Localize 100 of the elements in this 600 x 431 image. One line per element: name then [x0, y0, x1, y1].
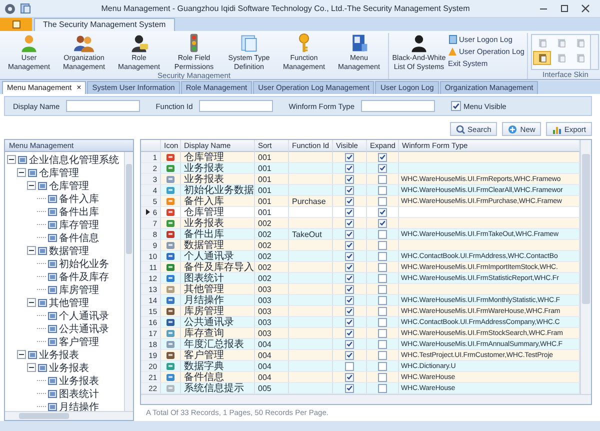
checkbox[interactable] [345, 208, 354, 216]
plus-icon [508, 124, 518, 134]
checkbox[interactable] [345, 306, 354, 316]
tree-item[interactable]: 备件信息 [59, 230, 99, 244]
node-icon [28, 168, 37, 178]
checkbox[interactable] [378, 218, 387, 228]
checkbox[interactable] [378, 174, 387, 184]
tree-item[interactable]: 业务报表 [49, 360, 89, 374]
node-icon [48, 232, 57, 242]
tree-item[interactable]: 库房管理 [59, 282, 99, 296]
search-icon [456, 124, 465, 134]
checkbox[interactable] [345, 384, 354, 392]
checkbox[interactable] [345, 252, 354, 260]
checkbox[interactable] [378, 196, 387, 206]
checkbox[interactable] [378, 340, 387, 348]
checkbox[interactable] [450, 101, 461, 111]
window-title: Menu Management - Guangzhou Iqidi Software Technology Co., Ltd.-The Security Management System [100, 4, 471, 13]
checkbox[interactable] [345, 240, 354, 250]
tree-item[interactable]: 初始化业务 [59, 256, 109, 270]
checkbox[interactable] [378, 240, 387, 250]
skin-option[interactable] [533, 51, 552, 65]
tree-item[interactable]: 库存管理 [59, 218, 99, 232]
expander-icon[interactable] [17, 350, 26, 359]
scrollbar[interactable] [5, 411, 133, 420]
expander-icon[interactable] [17, 168, 26, 177]
input-field[interactable] [66, 100, 140, 112]
checkbox[interactable] [345, 284, 354, 294]
checkbox[interactable] [378, 372, 387, 382]
app-menu-button[interactable] [0, 18, 32, 31]
checkbox[interactable] [345, 372, 354, 382]
ribbon-tab[interactable]: The Security Management System [34, 18, 175, 31]
expander-icon[interactable] [27, 298, 36, 307]
node-icon [48, 284, 57, 294]
expander-icon[interactable] [27, 246, 36, 255]
checkbox[interactable] [378, 208, 387, 216]
checkbox[interactable] [378, 186, 387, 194]
node-icon [38, 298, 47, 308]
tree-item[interactable]: 仓库管理 [39, 166, 79, 180]
checkbox[interactable] [345, 230, 354, 238]
checkbox[interactable] [345, 274, 354, 282]
checkbox[interactable] [345, 218, 354, 228]
checkbox[interactable] [345, 186, 354, 194]
checkbox[interactable] [345, 164, 354, 172]
tree-item[interactable]: 月结操作 [59, 400, 99, 411]
checkbox[interactable] [378, 164, 387, 172]
checkbox[interactable] [345, 262, 354, 272]
checkbox[interactable] [378, 296, 387, 304]
checkbox[interactable] [378, 318, 387, 326]
gallery-scrollbar[interactable] [590, 35, 598, 69]
checkbox[interactable] [345, 362, 354, 370]
checkbox[interactable] [345, 340, 354, 348]
checkbox[interactable] [345, 296, 354, 304]
checkbox[interactable] [378, 362, 387, 370]
scrollbar[interactable] [124, 152, 133, 411]
warning-icon [448, 46, 457, 56]
tree-item[interactable]: 图表统计 [59, 386, 99, 400]
tree-item[interactable]: 公共通讯录 [59, 322, 109, 336]
checkbox[interactable] [345, 174, 354, 184]
node-icon [38, 246, 47, 256]
checkbox[interactable] [378, 284, 387, 294]
people-icon [74, 33, 94, 53]
input-field[interactable] [360, 100, 435, 112]
checkbox[interactable] [345, 152, 354, 162]
checkbox[interactable] [378, 306, 387, 316]
checkbox[interactable] [345, 318, 354, 326]
checkbox[interactable] [345, 328, 354, 338]
tree-item[interactable]: 客户管理 [59, 334, 99, 348]
person-icon [19, 33, 39, 53]
checkbox[interactable] [378, 230, 387, 238]
tree-item[interactable]: 备件及库存 [59, 270, 109, 284]
tree-item[interactable]: 备件出库 [59, 204, 99, 218]
input-field[interactable] [198, 100, 273, 112]
checkbox[interactable] [378, 252, 387, 260]
node-icon [38, 362, 47, 372]
tree-item[interactable]: 业务报表 [59, 374, 99, 388]
checkbox[interactable] [345, 350, 354, 360]
expander-icon[interactable] [27, 363, 36, 372]
checkbox[interactable] [378, 350, 387, 360]
scrollbar[interactable] [141, 394, 591, 404]
tree-item[interactable]: 其他管理 [49, 296, 89, 310]
tree-item[interactable]: 企业信息化管理系统 [29, 152, 119, 166]
tree-item[interactable]: 业务报表 [39, 348, 79, 362]
tree-item[interactable]: 数据管理 [49, 244, 89, 258]
close-tab-button[interactable]: × [76, 82, 82, 94]
node-icon [28, 350, 37, 360]
expander-icon[interactable] [27, 181, 36, 190]
tree-item[interactable]: 备件入库 [59, 192, 99, 206]
document-icon [239, 33, 259, 53]
checkbox[interactable] [378, 262, 387, 272]
tree-item[interactable]: 个人通讯录 [59, 308, 109, 322]
expander-icon[interactable] [7, 155, 16, 164]
checkbox[interactable] [378, 274, 387, 282]
checkbox[interactable] [378, 328, 387, 338]
checkbox[interactable] [378, 152, 387, 162]
document-icon [12, 20, 20, 29]
chart-icon [552, 124, 562, 134]
checkbox[interactable] [345, 196, 354, 206]
tree-item[interactable]: 仓库管理 [49, 178, 89, 192]
scrollbar[interactable] [580, 140, 591, 394]
checkbox[interactable] [378, 384, 387, 392]
